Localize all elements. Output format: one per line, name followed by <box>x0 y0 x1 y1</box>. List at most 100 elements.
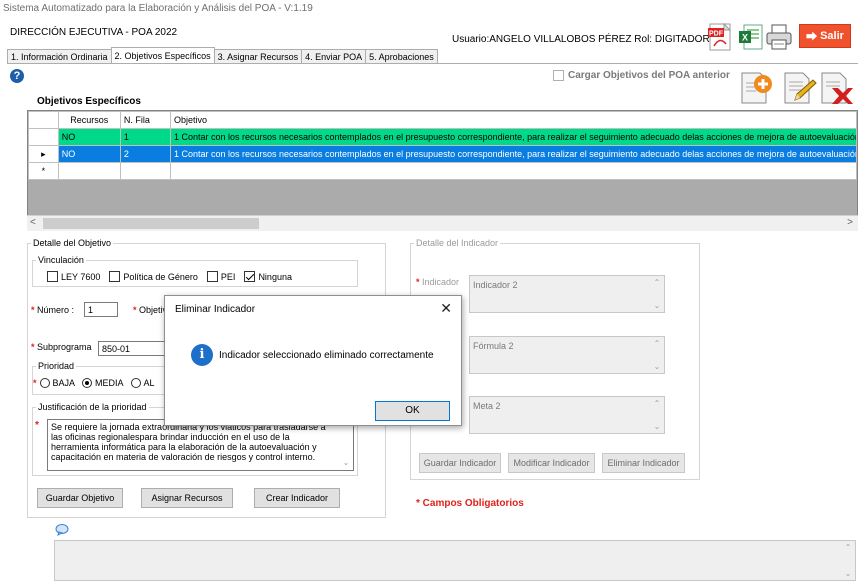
new-cell[interactable] <box>119 162 171 180</box>
justificacion-legend: Justificación de la prioridad <box>38 402 147 412</box>
cell-recursos[interactable]: NO <box>57 128 121 146</box>
tab-divider <box>7 63 858 64</box>
numero-field[interactable]: 1 <box>84 302 118 317</box>
tab-asignar-recursos[interactable]: 3. Asignar Recursos <box>213 49 303 63</box>
radio-label: BAJA <box>52 378 76 388</box>
radio-alta[interactable] <box>130 378 141 388</box>
assign-resources-button[interactable]: Asignar Recursos <box>141 488 233 508</box>
radio-label: AL <box>143 378 155 388</box>
comments-box[interactable]: ⌃ ⌄ <box>54 540 856 581</box>
delete-document-icon[interactable] <box>818 70 854 106</box>
checkbox-ninguna[interactable] <box>244 271 256 282</box>
window-title: Sistema Automatizado para la Elaboración… <box>0 0 858 18</box>
svg-text:PDF: PDF <box>709 31 724 38</box>
dialog-title: Eliminar Indicador <box>175 304 256 315</box>
edit-document-icon[interactable] <box>781 70 817 106</box>
new-row[interactable]: * <box>28 162 857 180</box>
modify-indicator-button[interactable]: Modificar Indicador <box>508 453 595 473</box>
radio-media[interactable] <box>82 378 93 388</box>
required-fields-note: * Campos Obligatorios <box>416 498 524 509</box>
checkbox-label: PEI <box>220 271 236 282</box>
load-previous-label: Cargar Objetivos del POA anterior <box>568 70 730 81</box>
table-row-selected[interactable]: ▸ NO 2 1 Contar con los recursos necesar… <box>28 145 857 163</box>
meta-field[interactable]: Meta 2 ⌃ ⌄ <box>469 396 665 434</box>
delete-indicator-button[interactable]: Eliminar Indicador <box>602 453 685 473</box>
row-selector-current-icon[interactable]: ▸ <box>28 145 59 163</box>
justificacion-textarea[interactable]: Se requiere la jornada extraordinaria y … <box>47 419 354 471</box>
grid-horizontal-scrollbar[interactable]: < > <box>27 215 858 231</box>
table-row[interactable]: NO 1 1 Contar con los recursos necesario… <box>28 128 857 146</box>
justificacion-text: Se requiere la jornada extraordinaria y … <box>51 422 326 462</box>
indicador-field[interactable]: Indicador 2 ⌃ ⌄ <box>469 275 665 313</box>
scroll-left-icon[interactable]: < <box>30 217 36 228</box>
indicator-detail-legend: Detalle del Indicador <box>416 238 499 248</box>
tab-aprobaciones[interactable]: 5. Aprobaciones <box>365 49 438 63</box>
numero-label: * Número : <box>31 305 75 315</box>
org-title: DIRECCIÓN EJECUTIVA - POA 2022 <box>10 27 178 38</box>
subprograma-field[interactable]: 850-01 <box>98 341 166 356</box>
prioridad-options: * BAJA MEDIA AL <box>33 378 155 388</box>
load-previous-option[interactable]: Cargar Objetivos del POA anterior <box>553 70 730 81</box>
close-icon[interactable]: ✕ <box>440 300 452 317</box>
row-header-corner <box>28 111 59 129</box>
vinculacion-legend: Vinculación <box>38 255 84 265</box>
objectives-grid[interactable]: Recursos N. Fila Objetivo NO 1 1 Contar … <box>27 110 858 231</box>
comment-icon[interactable] <box>55 524 69 536</box>
save-indicator-button[interactable]: Guardar Indicador <box>419 453 501 473</box>
info-icon: i <box>191 344 213 366</box>
cell-objetivo[interactable]: 1 Contar con los recursos necesarios con… <box>169 128 857 146</box>
scroll-right-icon[interactable]: > <box>847 217 853 228</box>
pdf-icon[interactable]: PDF <box>706 22 736 52</box>
indicador-value: Indicador 2 <box>473 280 518 290</box>
objectives-section-title: Objetivos Específicos <box>37 96 141 107</box>
svg-text:X: X <box>742 33 748 43</box>
column-header-objetivo[interactable]: Objetivo <box>169 111 857 129</box>
ok-button[interactable]: OK <box>375 401 450 421</box>
exit-label: Salir <box>820 30 844 42</box>
load-previous-checkbox[interactable] <box>553 70 564 81</box>
exit-icon: ⮕ <box>806 31 818 43</box>
radio-label: MEDIA <box>95 378 124 388</box>
tab-strip: 1. Información Ordinaria 2. Objetivos Es… <box>7 47 438 63</box>
checkbox-ley-7600[interactable] <box>47 271 58 282</box>
help-icon[interactable]: ? <box>10 69 24 83</box>
checkbox-pei[interactable] <box>206 271 218 282</box>
checkbox-label: Ninguna <box>258 271 292 282</box>
printer-icon[interactable] <box>764 22 794 52</box>
column-header-recursos[interactable]: Recursos <box>57 111 121 129</box>
comments-scrollbar[interactable]: ⌃ ⌄ <box>843 543 853 578</box>
cell-recursos[interactable]: NO <box>57 145 121 163</box>
objetivo-label: * Objetiv <box>133 305 168 315</box>
formula-value: Fórmula 2 <box>473 341 514 351</box>
exit-button[interactable]: ⮕ Salir <box>799 24 851 48</box>
tab-informacion-ordinaria[interactable]: 1. Información Ordinaria <box>7 49 112 63</box>
create-indicator-button[interactable]: Crear Indicador <box>254 488 340 508</box>
add-document-icon[interactable] <box>738 70 774 106</box>
textarea-scrollbar[interactable]: ⌃ ⌄ <box>341 422 351 468</box>
save-objective-button[interactable]: Guardar Objetivo <box>37 488 123 508</box>
tab-objetivos-especificos[interactable]: 2. Objetivos Específicos <box>110 47 215 63</box>
formula-field[interactable]: Fórmula 2 ⌃ ⌄ <box>469 336 665 374</box>
new-cell[interactable] <box>57 162 121 180</box>
checkbox-label: Política de Género <box>123 271 198 282</box>
checkbox-politica-genero[interactable] <box>109 271 121 282</box>
new-cell[interactable] <box>169 162 857 180</box>
row-selector[interactable] <box>28 128 59 146</box>
cell-fila[interactable]: 2 <box>119 145 171 163</box>
cell-fila[interactable]: 1 <box>119 128 171 146</box>
dialog-message: Indicador seleccionado eliminado correct… <box>219 350 434 361</box>
tab-enviar-poa[interactable]: 4. Enviar POA <box>301 49 367 63</box>
indicador-label: * Indicador <box>416 277 460 287</box>
cell-objetivo[interactable]: 1 Contar con los recursos necesarios con… <box>169 145 857 163</box>
prioridad-legend: Prioridad <box>38 361 75 371</box>
objective-detail-legend: Detalle del Objetivo <box>33 238 112 248</box>
excel-icon[interactable]: X <box>736 22 766 52</box>
column-header-fila[interactable]: N. Fila <box>119 111 171 129</box>
scroll-thumb[interactable] <box>43 218 259 229</box>
radio-baja[interactable] <box>39 378 50 388</box>
checkbox-label: LEY 7600 <box>61 271 101 282</box>
user-info: Usuario:ANGELO VILLALOBOS PÉREZ Rol: DIG… <box>452 34 710 45</box>
subprograma-label: * Subprograma <box>31 342 92 352</box>
vinculacion-options: LEY 7600 Política de Género PEI Ninguna <box>47 271 292 282</box>
meta-value: Meta 2 <box>473 401 501 411</box>
